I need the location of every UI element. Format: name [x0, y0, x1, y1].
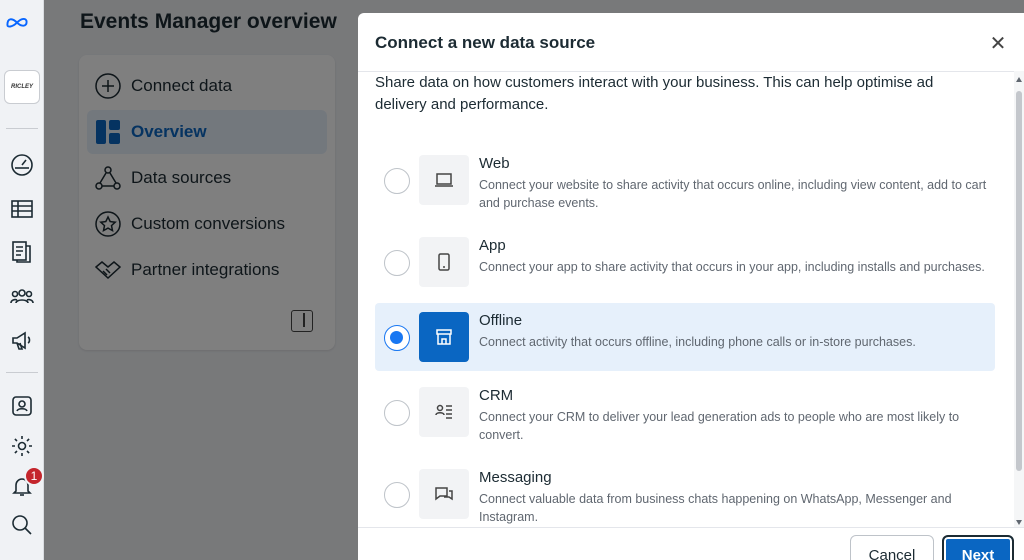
left-rail: RICLEY 1: [0, 0, 44, 560]
notification-badge: 1: [24, 466, 44, 486]
table-icon[interactable]: [8, 195, 36, 223]
option-radio-selected[interactable]: [384, 325, 410, 351]
rail-divider: [6, 128, 38, 129]
cancel-button[interactable]: Cancel: [850, 535, 934, 560]
option-radio[interactable]: [384, 250, 410, 276]
phone-icon: [419, 237, 469, 287]
scroll-up-icon[interactable]: [1016, 77, 1022, 82]
pages-icon[interactable]: [8, 238, 36, 266]
option-radio[interactable]: [384, 168, 410, 194]
option-title: CRM: [479, 387, 514, 404]
option-description: Connect activity that occurs offline, in…: [479, 335, 916, 349]
chat-icon: [419, 469, 469, 519]
option-title: Offline: [479, 312, 523, 329]
option-radio[interactable]: [384, 400, 410, 426]
next-button[interactable]: Next: [942, 535, 1014, 560]
option-title: App: [479, 237, 506, 254]
store-icon: [419, 312, 469, 362]
option-messaging[interactable]: Messaging Connect valuable data from bus…: [375, 460, 995, 527]
option-radio[interactable]: [384, 482, 410, 508]
option-web[interactable]: Web Connect your website to share activi…: [375, 146, 995, 214]
dashboard-icon[interactable]: [8, 151, 36, 179]
gear-icon[interactable]: [8, 432, 36, 460]
option-app[interactable]: App Connect your app to share activity t…: [375, 228, 995, 296]
option-title: Messaging: [479, 469, 552, 486]
scrollbar-thumb[interactable]: [1016, 91, 1022, 471]
account-logo[interactable]: RICLEY: [4, 70, 40, 104]
option-title: Web: [479, 155, 510, 172]
crm-icon: [419, 387, 469, 437]
rail-divider: [6, 372, 38, 373]
option-description: Connect your app to share activity that …: [479, 260, 985, 274]
dialog-title: Connect a new data source: [375, 33, 596, 52]
people-icon[interactable]: [8, 282, 36, 310]
dialog-scrollbar[interactable]: [1014, 71, 1024, 527]
connect-data-source-dialog: Connect a new data source ✕ Share data o…: [358, 13, 1024, 560]
dialog-description: Share data on how customers interact wit…: [375, 74, 934, 113]
scroll-down-icon[interactable]: [1016, 520, 1022, 525]
id-card-icon[interactable]: [8, 392, 36, 420]
dialog-body: Share data on how customers interact wit…: [358, 72, 1014, 527]
option-crm[interactable]: CRM Connect your CRM to deliver your lea…: [375, 378, 995, 446]
option-offline[interactable]: Offline Connect activity that occurs off…: [375, 303, 995, 371]
search-icon[interactable]: [8, 511, 36, 539]
megaphone-icon[interactable]: [8, 326, 36, 354]
meta-logo[interactable]: [5, 10, 29, 34]
option-description: Connect your CRM to deliver your lead ge…: [479, 410, 960, 442]
option-description: Connect valuable data from business chat…: [479, 492, 952, 524]
account-logo-text: RICLEY: [10, 84, 33, 90]
footer-divider: [358, 527, 1024, 528]
option-description: Connect your website to share activity t…: [479, 178, 987, 210]
close-icon[interactable]: ✕: [986, 31, 1010, 55]
laptop-icon: [419, 155, 469, 205]
